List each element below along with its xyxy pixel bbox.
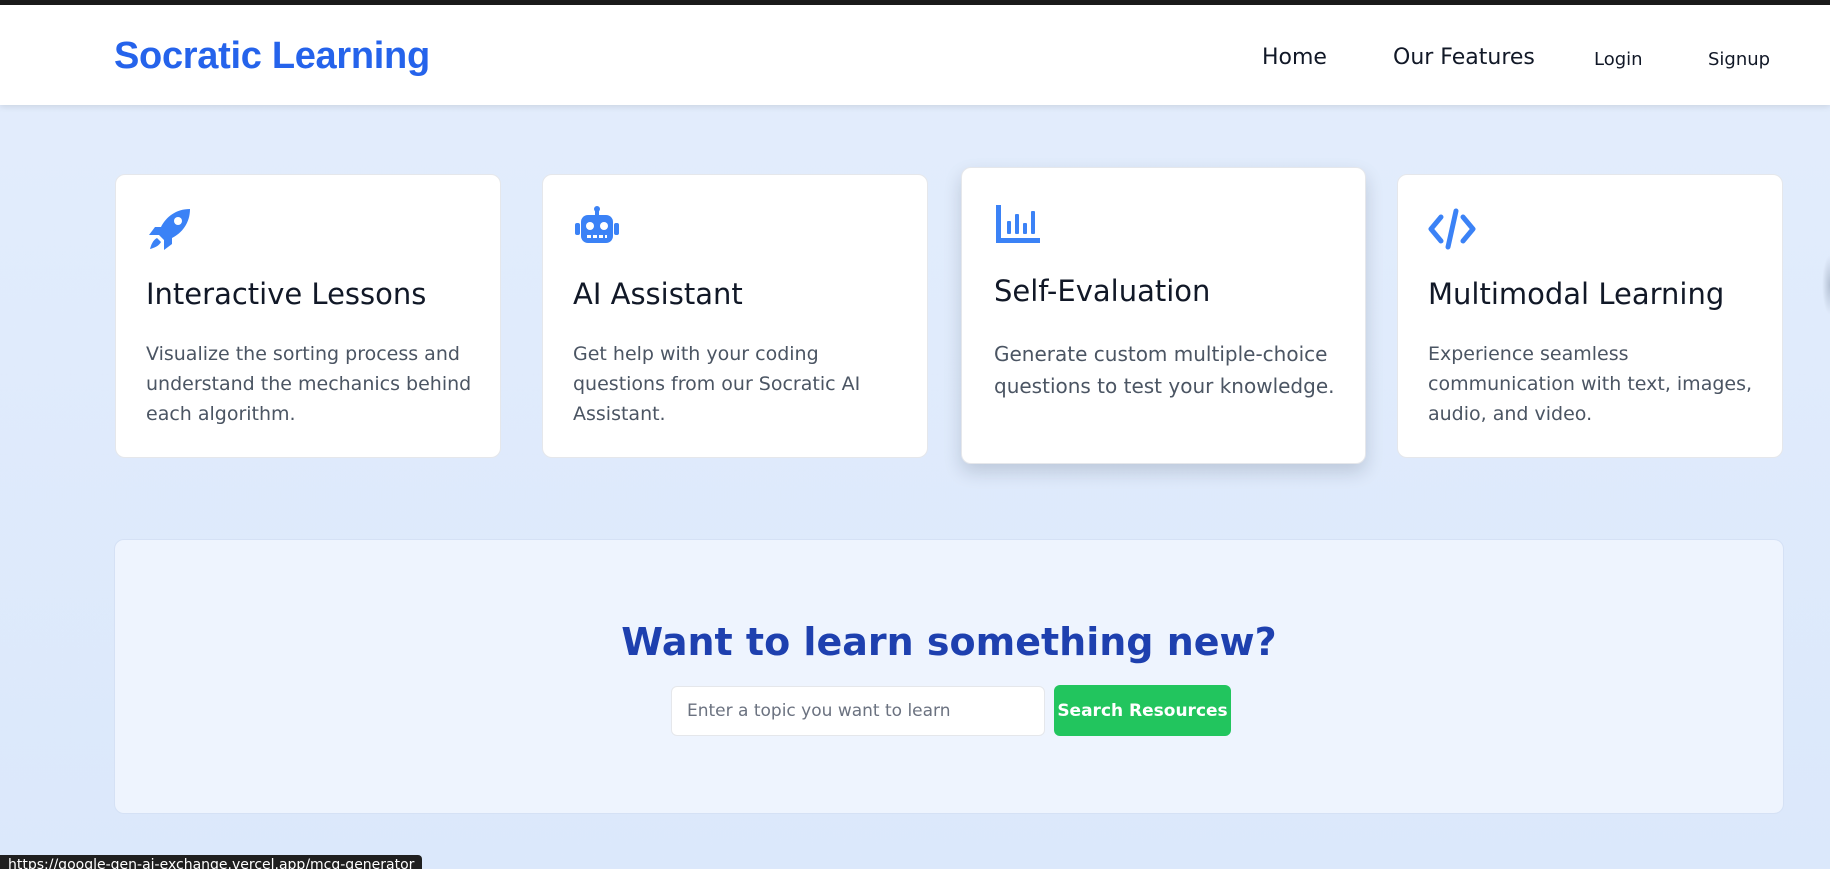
navbar: Socratic Learning Home Our Features Logi… [0,5,1830,105]
scroll-edge-shadow [1822,255,1830,315]
nav-signup[interactable]: Signup [1708,49,1770,70]
feature-card-multimodal-learning[interactable]: Multimodal Learning Experience seamless … [1397,174,1783,458]
nav-home[interactable]: Home [1262,45,1327,70]
card-title: Multimodal Learning [1428,277,1725,311]
card-title: Interactive Lessons [146,277,427,311]
feature-card-self-evaluation[interactable]: Self-Evaluation Generate custom multiple… [961,167,1366,464]
nav-login[interactable]: Login [1594,49,1643,70]
rocket-icon [146,205,194,253]
nav-our-features[interactable]: Our Features [1393,45,1535,70]
hero-title: Want to learn something new? [621,620,1277,664]
card-description: Experience seamless communication with t… [1428,343,1753,425]
feature-card-interactive-lessons[interactable]: Interactive Lessons Visualize the sortin… [115,174,501,458]
card-title: AI Assistant [573,277,743,311]
card-description: Get help with your coding questions from… [573,343,861,425]
learn-search-panel: Want to learn something new? Search Reso… [114,539,1784,814]
card-description: Generate custom multiple-choice question… [994,342,1335,398]
card-description: Visualize the sorting process and unders… [146,343,472,425]
search-resources-button[interactable]: Search Resources [1054,685,1231,736]
robot-icon [573,205,621,253]
status-bar-url: https://google-gen-ai-exchange.vercel.ap… [0,855,423,869]
feature-card-ai-assistant[interactable]: AI Assistant Get help with your coding q… [542,174,928,458]
code-icon [1428,205,1476,253]
bar-chart-icon [994,201,1042,249]
brand-logo[interactable]: Socratic Learning [114,35,430,78]
card-title: Self-Evaluation [994,274,1211,308]
topic-search-input[interactable] [671,686,1045,736]
